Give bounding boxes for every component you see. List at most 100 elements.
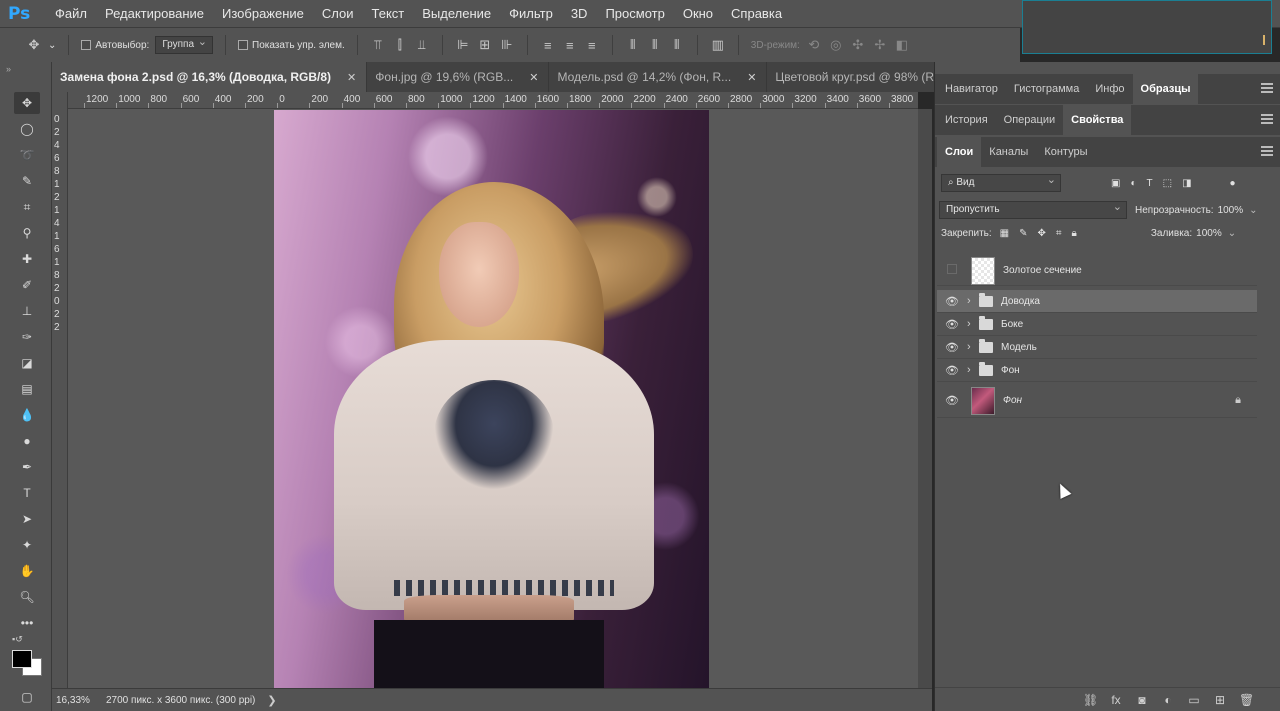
group-expand-chevron-icon[interactable]: › <box>967 364 979 376</box>
tab-paths[interactable]: Контуры <box>1036 137 1095 167</box>
eye-icon[interactable]: 👁︎ <box>937 341 967 354</box>
type-icon[interactable]: T <box>14 482 40 504</box>
opacity-value[interactable]: 100% <box>1218 205 1244 216</box>
add-mask-icon[interactable]: ◙ <box>1135 693 1149 707</box>
tab-histogram[interactable]: Гистограмма <box>1006 74 1088 104</box>
filter-pixel-icon[interactable]: ▣ <box>1111 178 1120 189</box>
fill-value[interactable]: 100% <box>1196 228 1222 239</box>
align-top-icon[interactable]: ⫪ <box>370 37 386 53</box>
lock-artboard-icon[interactable]: ⌗ <box>1056 228 1062 239</box>
menu-help[interactable]: Справка <box>722 0 791 28</box>
3d-slide-icon[interactable]: ✢ <box>872 37 888 53</box>
align-hcenter-icon[interactable]: ⊞ <box>477 37 493 53</box>
tab-info[interactable]: Инфо <box>1087 74 1132 104</box>
layer-name[interactable]: Доводка <box>1001 296 1040 307</box>
eye-icon[interactable]: 👁︎ <box>937 364 967 377</box>
layer-name[interactable]: Фон <box>1003 395 1022 406</box>
autoselect-dropdown[interactable]: Группа <box>155 34 214 54</box>
blur-icon[interactable]: 💧 <box>14 404 40 426</box>
menu-window[interactable]: Окно <box>674 0 722 28</box>
lock-transparency-icon[interactable]: ▦ <box>1000 228 1009 239</box>
align-right-icon[interactable]: ⊪ <box>499 37 515 53</box>
align-bottom-icon[interactable]: ⫫ <box>414 37 430 53</box>
tab-doc-1[interactable]: Замена фона 2.psd @ 16,3% (Доводка, RGB/… <box>52 62 368 92</box>
lock-position-icon[interactable]: ✥ <box>1038 228 1046 239</box>
clone-stamp-icon[interactable]: ⊥ <box>14 300 40 322</box>
distribute-top-icon[interactable]: ≡ <box>540 37 556 53</box>
status-menu-icon[interactable]: ❯ <box>267 694 276 707</box>
panel-menu-icon[interactable] <box>1261 83 1273 93</box>
3d-rotate-icon[interactable]: ⟲ <box>806 37 822 53</box>
filter-smart-icon[interactable]: ◨ <box>1182 178 1191 189</box>
lock-image-icon[interactable]: ✎ <box>1019 228 1027 239</box>
panel-menu-icon[interactable] <box>1261 114 1273 124</box>
opacity-chevron-icon[interactable]: ⌄ <box>1249 205 1257 216</box>
layer-group-row[interactable]: 👁︎ › Фон <box>937 359 1257 382</box>
tab-history[interactable]: История <box>937 105 996 135</box>
show-transform-checkbox[interactable]: Показать упр. элем. <box>238 40 345 51</box>
menu-filter[interactable]: Фильтр <box>500 0 562 28</box>
move-tool-icon[interactable]: ✥ <box>26 37 42 53</box>
layer-name[interactable]: Боке <box>1001 319 1023 330</box>
tab-properties[interactable]: Свойства <box>1063 105 1132 135</box>
close-tab-icon[interactable]: ✕ <box>347 71 356 84</box>
group-expand-chevron-icon[interactable]: › <box>967 341 979 353</box>
new-layer-icon[interactable]: ⊞ <box>1213 693 1227 707</box>
filter-shape-icon[interactable]: ⬚ <box>1163 178 1172 189</box>
distribute-left-icon[interactable]: ⦀ <box>625 37 641 53</box>
workspace-search-box[interactable] <box>1022 0 1272 54</box>
distribute-right-icon[interactable]: ⦀ <box>669 37 685 53</box>
tab-navigator[interactable]: Навигатор <box>937 74 1006 104</box>
filter-toggle-icon[interactable]: ● <box>1230 178 1236 189</box>
distribute-hcenter-icon[interactable]: ⦀ <box>647 37 663 53</box>
eye-icon[interactable]: 👁︎ <box>937 394 967 407</box>
default-colors-icon[interactable]: ▪↺ <box>12 634 23 645</box>
document-canvas-image[interactable] <box>274 110 709 690</box>
distribute-vcenter-icon[interactable]: ≡ <box>562 37 578 53</box>
new-group-icon[interactable]: ▭ <box>1187 693 1201 707</box>
layer-group-row[interactable]: 👁︎ › Доводка <box>937 290 1257 313</box>
menu-3d[interactable]: 3D <box>562 0 597 28</box>
auto-align-icon[interactable]: ▥ <box>710 37 726 53</box>
tab-actions[interactable]: Операции <box>996 105 1063 135</box>
menu-view[interactable]: Просмотр <box>596 0 673 28</box>
eyedropper-icon[interactable]: ⚲ <box>14 222 40 244</box>
eraser-icon[interactable]: ◪ <box>14 352 40 374</box>
color-swatches[interactable]: ▪↺ <box>10 630 46 676</box>
group-expand-chevron-icon[interactable]: › <box>967 295 979 307</box>
menu-edit[interactable]: Редактирование <box>96 0 213 28</box>
filter-type-icon[interactable]: T <box>1147 178 1153 189</box>
layer-name[interactable]: Модель <box>1001 342 1037 353</box>
foreground-color[interactable] <box>12 650 32 668</box>
layer-name[interactable]: Фон <box>1001 365 1020 376</box>
tab-layers[interactable]: Слои <box>937 137 982 167</box>
menu-select[interactable]: Выделение <box>413 0 500 28</box>
shape-icon[interactable]: ✦ <box>14 534 40 556</box>
3d-scale-icon[interactable]: ◧ <box>894 37 910 53</box>
trash-icon[interactable]: 🗑︎ <box>1239 693 1254 707</box>
healing-brush-icon[interactable]: ✚ <box>14 248 40 270</box>
layer-group-row[interactable]: 👁︎ › Боке <box>937 313 1257 336</box>
fill-chevron-icon[interactable]: ⌄ <box>1228 228 1236 239</box>
history-brush-icon[interactable]: ✑ <box>14 326 40 348</box>
path-select-icon[interactable]: ➤ <box>14 508 40 530</box>
layer-filter-kind[interactable]: ⌕ Вид <box>941 172 1061 192</box>
tab-doc-3[interactable]: Модель.psd @ 14,2% (Фон, R... ✕ <box>549 62 768 92</box>
menu-image[interactable]: Изображение <box>213 0 313 28</box>
ruler-horizontal[interactable]: 1200 1000 800 600 400 200 0 200 400 600 800 1000 120… <box>68 92 918 109</box>
eye-icon[interactable]: 👁︎ <box>937 318 967 331</box>
close-tab-icon[interactable]: ✕ <box>529 71 538 84</box>
dodge-icon[interactable]: ● <box>14 430 40 452</box>
layer-group-row[interactable]: 👁︎ › Модель <box>937 336 1257 359</box>
layer-name[interactable]: Золотое сечение <box>1003 265 1082 276</box>
layer-row[interactable]: Золотое сечение <box>937 256 1257 286</box>
menu-file[interactable]: Файл <box>46 0 96 28</box>
align-left-icon[interactable]: ⊫ <box>455 37 471 53</box>
distribute-bottom-icon[interactable]: ≡ <box>584 37 600 53</box>
brush-icon[interactable]: ✐ <box>14 274 40 296</box>
tab-doc-2[interactable]: Фон.jpg @ 19,6% (RGB... ✕ <box>367 62 550 92</box>
lasso-icon[interactable]: ➰ <box>14 144 40 166</box>
crop-icon[interactable]: ⌗ <box>14 196 40 218</box>
gradient-icon[interactable]: ▤ <box>14 378 40 400</box>
zoom-icon[interactable]: 🔍︎ <box>14 586 40 608</box>
